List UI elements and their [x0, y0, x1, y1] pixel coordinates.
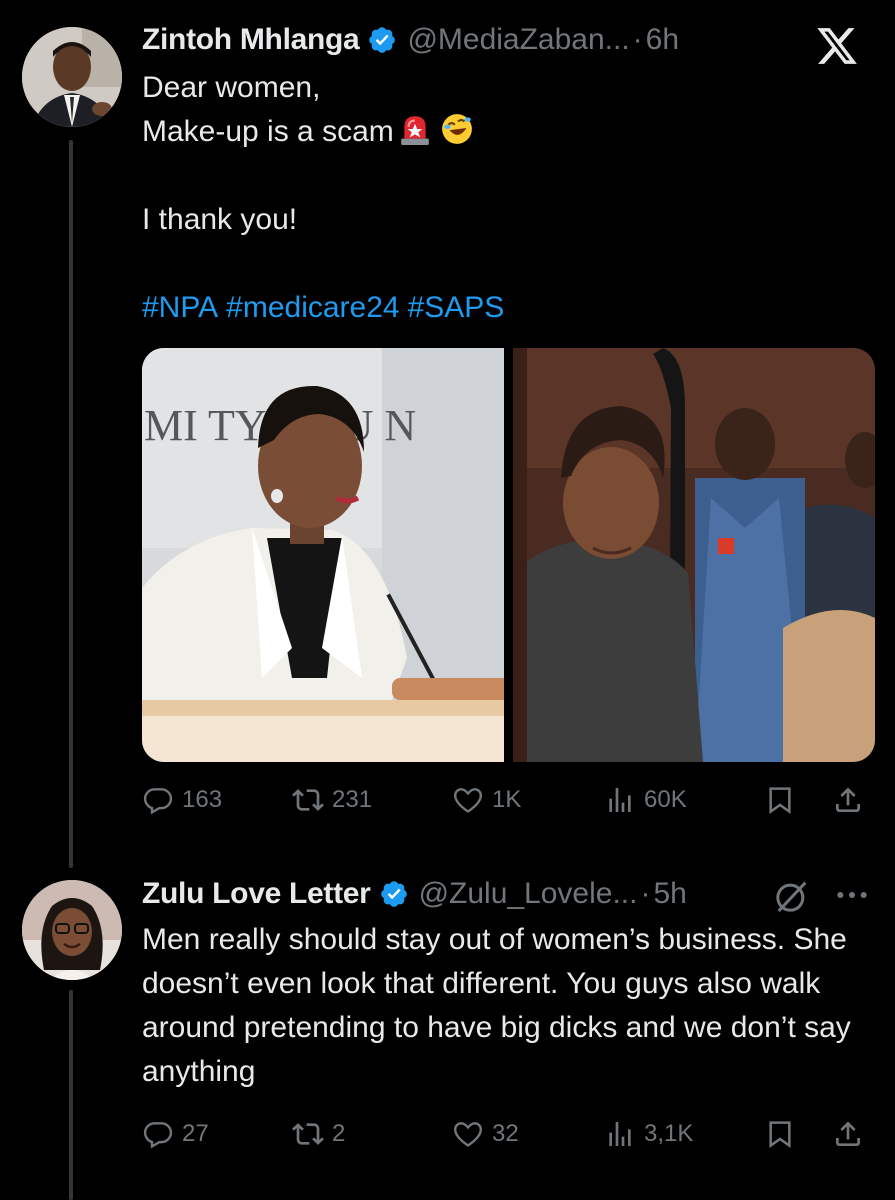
avatar[interactable] — [22, 27, 122, 127]
hashtag-link[interactable]: #NPA — [142, 291, 218, 324]
share-icon — [836, 787, 860, 812]
media-photo-left[interactable]: MI TY. RRU N — [142, 348, 505, 762]
repost-button[interactable]: 2 — [292, 1114, 345, 1154]
views-button[interactable]: 3,1K — [604, 1114, 693, 1154]
repost-icon — [292, 789, 324, 811]
repost-count: 2 — [332, 1120, 346, 1147]
views-button[interactable]: 60K — [604, 780, 687, 820]
bookmark-icon — [769, 1121, 791, 1149]
reply-button[interactable]: 163 — [142, 780, 222, 820]
reply-icon — [143, 788, 173, 815]
like-button[interactable]: 1K — [452, 780, 521, 820]
more-icon[interactable] — [832, 880, 872, 910]
like-count: 1K — [492, 786, 522, 813]
repost-button[interactable]: 231 — [292, 780, 372, 820]
author-name[interactable]: Zintoh Mhlanga — [142, 22, 360, 58]
reply-actions: 27 2 32 3,1K — [142, 1114, 872, 1154]
reply-icon — [143, 1122, 173, 1149]
tweet-actions: 163 231 1K 60K — [142, 780, 872, 820]
thread-connector-line-lower — [69, 990, 73, 1200]
media-photo-right[interactable] — [512, 348, 875, 762]
hashtag-link[interactable]: #SAPS — [408, 291, 505, 324]
bookmark-button[interactable] — [764, 1114, 796, 1154]
media-gallery: MI TY. RRU N — [142, 348, 875, 762]
x-logo-icon[interactable] — [815, 24, 859, 68]
like-icon — [453, 1122, 483, 1147]
avatar[interactable] — [22, 880, 122, 980]
bookmark-button[interactable] — [764, 780, 796, 820]
separator-dot: · — [632, 23, 643, 56]
tweet-text-line: Make-up is a scam — [142, 115, 394, 148]
views-icon — [609, 788, 631, 812]
share-icon — [836, 1121, 860, 1146]
reply-header: Zulu Love Letter @Zulu_Lovele... · 5h — [142, 876, 687, 912]
like-button[interactable]: 32 — [452, 1114, 519, 1154]
tweet-text-line-with-emoji: Make-up is a scam — [142, 110, 474, 154]
verified-icon — [380, 881, 407, 907]
share-button[interactable] — [832, 780, 864, 820]
repost-count: 231 — [332, 786, 373, 813]
tweet-text-line: Dear women, — [142, 71, 321, 104]
tweet-text-line: I thank you! — [142, 203, 298, 236]
views-icon — [609, 1122, 631, 1146]
views-count: 60K — [644, 786, 687, 813]
author-handle[interactable]: @Zulu_Lovele... — [419, 876, 638, 912]
repost-icon — [292, 1123, 324, 1145]
thread-connector-line — [69, 140, 73, 868]
verified-icon — [369, 27, 396, 53]
grok-icon[interactable] — [772, 876, 812, 916]
bookmark-icon — [769, 787, 791, 815]
like-icon — [453, 788, 483, 813]
author-handle[interactable]: @MediaZaban... — [407, 22, 629, 58]
author-name[interactable]: Zulu Love Letter — [142, 876, 371, 912]
reply-count: 163 — [182, 786, 223, 813]
separator-dot: · — [640, 877, 651, 910]
timestamp[interactable]: 6h — [646, 22, 679, 58]
thread-view: Zintoh Mhlanga @MediaZaban... · 6h Dear … — [0, 0, 895, 1200]
siren-emoji-icon — [400, 116, 429, 145]
timestamp[interactable]: 5h — [653, 876, 686, 912]
like-count: 32 — [492, 1120, 519, 1147]
reply-text: Men really should stay out of women’s bu… — [142, 923, 851, 1088]
reply-button[interactable]: 27 — [142, 1114, 209, 1154]
hashtag-link[interactable]: #medicare24 — [226, 291, 399, 324]
share-button[interactable] — [832, 1114, 864, 1154]
tweet-header: Zintoh Mhlanga @MediaZaban... · 6h — [142, 22, 679, 58]
rofl-emoji-icon — [441, 114, 472, 144]
reply-count: 27 — [182, 1120, 209, 1147]
hashtag-row: #NPA #medicare24 #SAPS — [142, 286, 512, 330]
views-count: 3,1K — [644, 1120, 694, 1147]
